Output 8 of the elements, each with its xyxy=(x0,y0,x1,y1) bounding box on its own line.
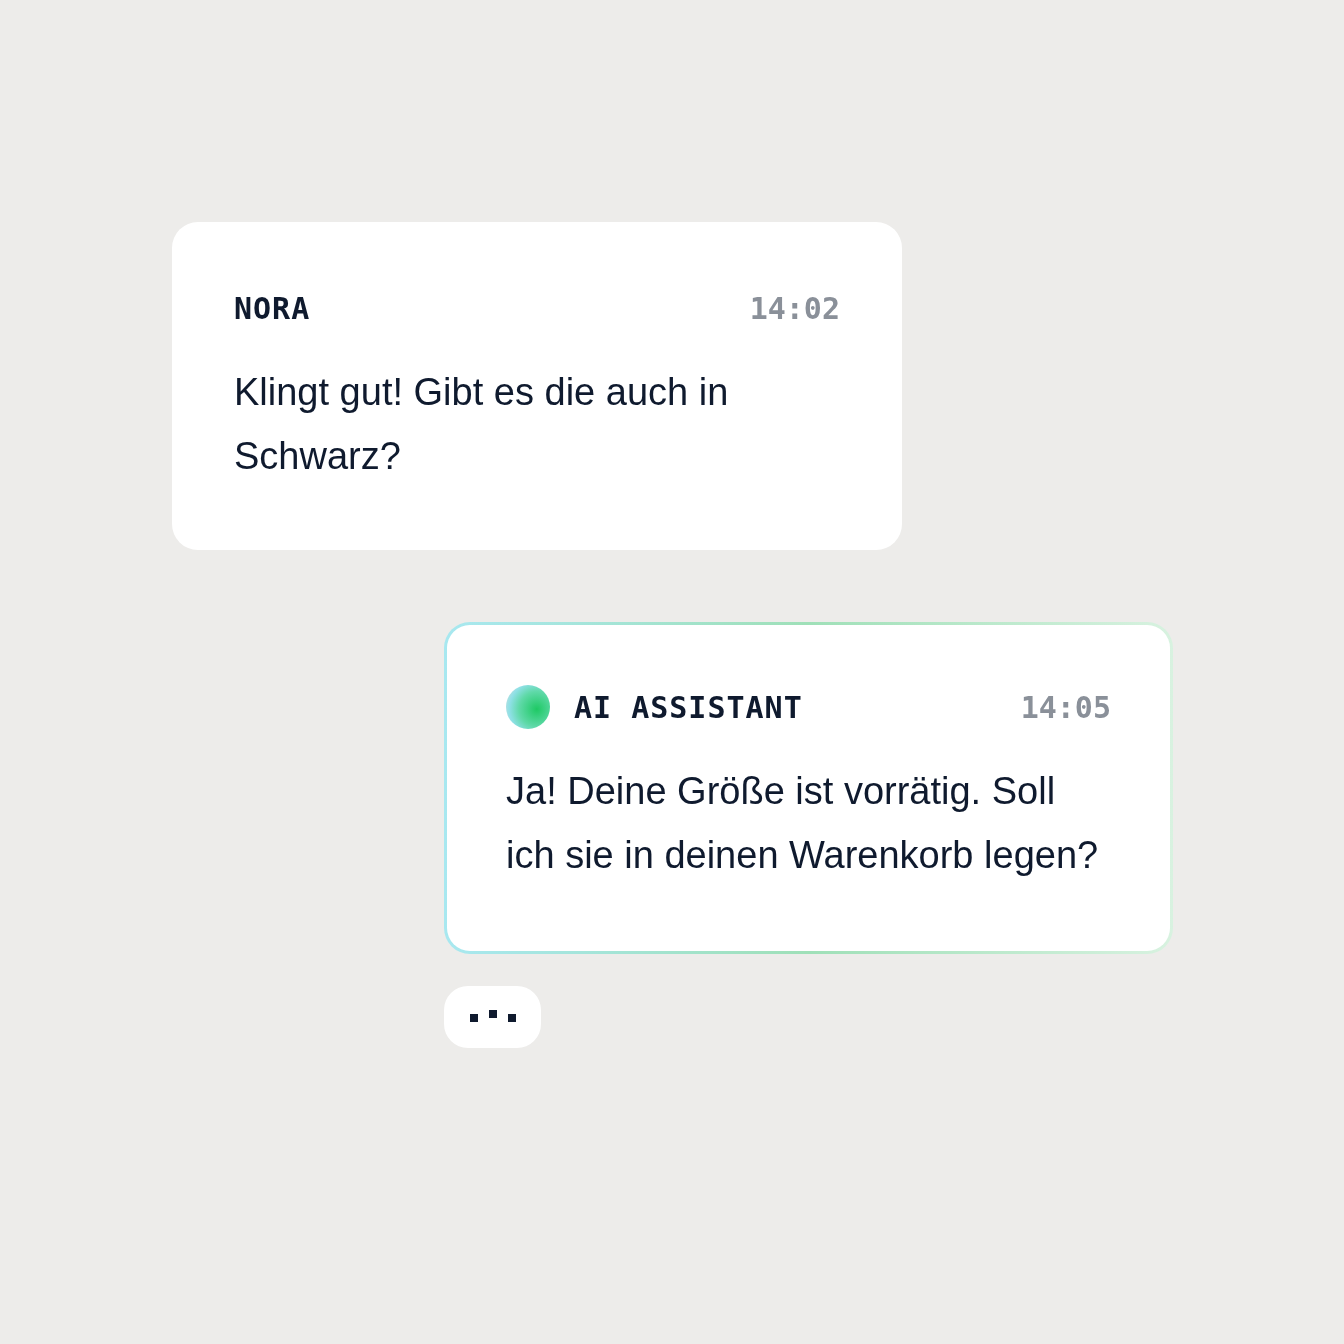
sender-name: NORA xyxy=(234,289,311,328)
timestamp: 14:02 xyxy=(749,289,840,328)
avatar-icon xyxy=(506,685,550,729)
timestamp: 14:05 xyxy=(1020,688,1111,727)
message-text: Klingt gut! Gibt es die auch in Schwarz? xyxy=(234,370,730,479)
dots-icon xyxy=(469,1010,516,1024)
message-text: Ja! Deine Größe ist vorrätig. Soll ich sie in deinen Warenkorb legen? xyxy=(506,769,1100,878)
sender-name: AI ASSISTANT xyxy=(574,688,803,727)
